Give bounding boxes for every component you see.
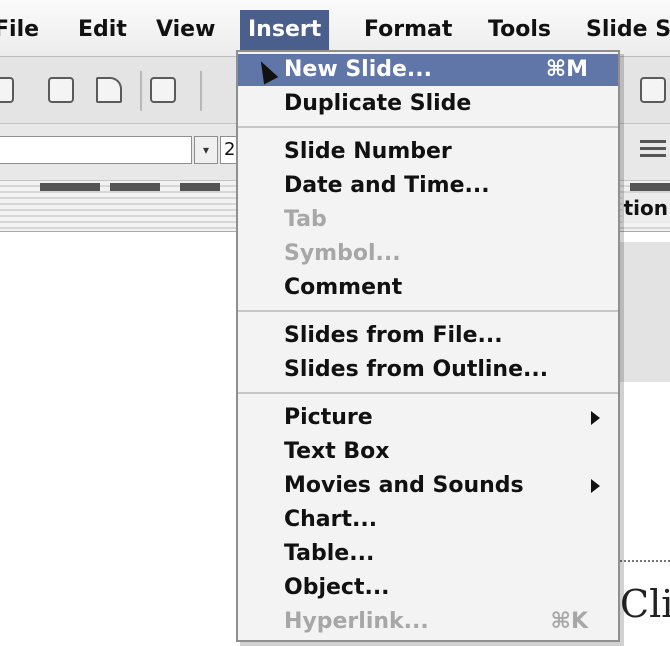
menu-item-label: Symbol... — [284, 241, 401, 266]
ruler-tick — [180, 183, 220, 191]
menu-format[interactable]: Format — [364, 10, 452, 50]
chevron-down-icon[interactable]: ▾ — [194, 136, 218, 164]
menu-slide-show[interactable]: Slide Sh — [586, 10, 670, 50]
menu-item-table[interactable]: Table... — [238, 538, 618, 570]
menu-item-label: Hyperlink... — [284, 609, 429, 634]
menu-item-label: Slide Number — [284, 139, 452, 164]
menu-tools[interactable]: Tools — [488, 10, 551, 50]
toolbar-dropdown-icon[interactable] — [640, 77, 666, 103]
menu-item-slides-from-outline[interactable]: Slides from Outline... — [238, 354, 618, 386]
menu-item-object[interactable]: Object... — [238, 572, 618, 604]
menu-insert[interactable]: Insert — [240, 10, 330, 50]
menu-view[interactable]: View — [156, 10, 215, 50]
print-icon[interactable] — [150, 77, 176, 103]
menu-item-slide-number[interactable]: Slide Number — [238, 136, 618, 168]
ruler-tick — [40, 183, 100, 191]
slide-placeholder-text[interactable]: Cli — [620, 582, 670, 626]
menu-item-label: Date and Time... — [284, 173, 490, 198]
menu-separator — [238, 310, 618, 312]
toolbar-separator — [140, 71, 142, 111]
menu-item-label: Comment — [284, 275, 403, 300]
font-name-field[interactable] — [0, 136, 192, 164]
menu-item-label: Object... — [284, 575, 390, 600]
menu-item-text-box[interactable]: Text Box — [238, 436, 618, 468]
menu-item-shortcut: ⌘K — [550, 609, 588, 634]
menu-item-label: Duplicate Slide — [284, 91, 472, 116]
menu-item-new-slide[interactable]: New Slide... ⌘M — [238, 54, 618, 86]
menu-item-label: Slides from Outline... — [284, 357, 549, 382]
menu-bar: File Edit View Insert Format Tools Slide… — [0, 0, 670, 57]
menu-separator — [238, 126, 618, 128]
menu-item-duplicate-slide[interactable]: Duplicate Slide — [238, 88, 618, 120]
menu-item-slides-from-file[interactable]: Slides from File... — [238, 320, 618, 352]
flag-icon[interactable] — [96, 77, 122, 103]
open-icon[interactable] — [0, 77, 14, 103]
menu-item-movies-and-sounds[interactable]: Movies and Sounds — [238, 470, 618, 502]
pane-label: tion — [621, 193, 670, 223]
save-icon[interactable] — [48, 77, 74, 103]
menu-separator — [238, 392, 618, 394]
menu-item-symbol: Symbol... — [238, 238, 618, 270]
menu-item-chart[interactable]: Chart... — [238, 504, 618, 536]
menu-edit[interactable]: Edit — [78, 10, 127, 50]
submenu-arrow-icon — [591, 479, 600, 493]
menu-item-label: Tab — [284, 207, 327, 232]
mouse-pointer-icon — [253, 57, 279, 85]
menu-item-label: Text Box — [284, 439, 390, 464]
toolbar-separator — [200, 71, 202, 111]
menu-item-comment[interactable]: Comment — [238, 272, 618, 304]
insert-menu: New Slide... ⌘M Duplicate Slide Slide Nu… — [236, 50, 620, 642]
menu-file[interactable]: File — [0, 10, 39, 50]
slide-thumbnail-area — [620, 242, 670, 382]
menu-item-label: Picture — [284, 405, 373, 430]
menu-item-label: Table... — [284, 541, 375, 566]
ruler-tick — [110, 183, 160, 191]
menu-item-date-and-time[interactable]: Date and Time... — [238, 170, 618, 202]
menu-item-tab: Tab — [238, 204, 618, 236]
menu-item-shortcut: ⌘M — [545, 57, 588, 82]
menu-item-label: Movies and Sounds — [284, 473, 524, 498]
align-text-icon[interactable] — [640, 140, 666, 160]
ruler-tick — [630, 183, 670, 191]
menu-item-label: Slides from File... — [284, 323, 503, 348]
menu-item-picture[interactable]: Picture — [238, 402, 618, 434]
menu-item-label: New Slide... — [284, 57, 432, 82]
menu-item-label: Chart... — [284, 507, 378, 532]
submenu-arrow-icon — [591, 411, 600, 425]
menu-item-hyperlink: Hyperlink... ⌘K — [238, 606, 618, 638]
placeholder-border — [620, 560, 670, 562]
